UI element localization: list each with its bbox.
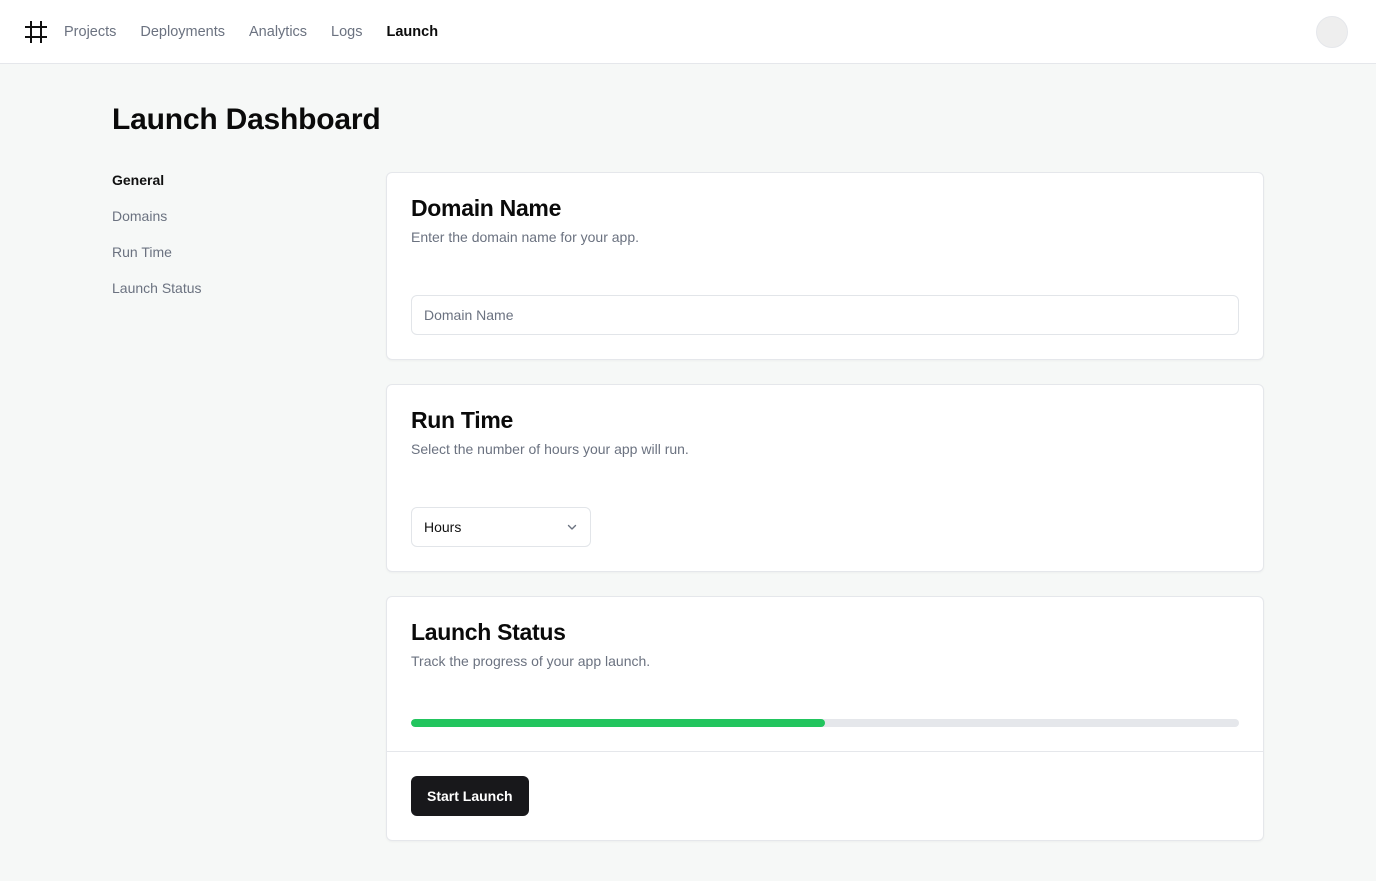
domain-name-input[interactable] — [411, 295, 1239, 335]
sidebar-item-launch-status[interactable]: Launch Status — [112, 280, 352, 316]
avatar[interactable] — [1316, 16, 1348, 48]
sidebar: General Domains Run Time Launch Status — [112, 172, 352, 316]
nav-launch[interactable]: Launch — [387, 24, 439, 40]
card-divider — [387, 751, 1263, 752]
main-nav: Projects Deployments Analytics Logs Laun… — [64, 0, 438, 64]
status-card-title: Launch Status — [411, 619, 566, 645]
chevron-down-icon — [567, 524, 577, 530]
domain-card-title: Domain Name — [411, 195, 562, 221]
status-card-description: Track the progress of your app launch. — [411, 653, 651, 669]
runtime-card-title: Run Time — [411, 407, 513, 433]
nav-projects[interactable]: Projects — [64, 24, 116, 40]
run-time-card: Run Time Select the number of hours your… — [386, 384, 1264, 572]
hash-icon[interactable] — [24, 20, 48, 44]
hours-select[interactable]: Hours — [411, 507, 591, 547]
sidebar-item-domains[interactable]: Domains — [112, 208, 352, 244]
launch-progress-fill — [411, 719, 825, 727]
launch-progress-bar — [411, 719, 1239, 727]
launch-status-card: Launch Status Track the progress of your… — [386, 596, 1264, 841]
page-title: Launch Dashboard — [112, 103, 381, 136]
top-navbar: Projects Deployments Analytics Logs Laun… — [0, 0, 1376, 64]
nav-deployments[interactable]: Deployments — [140, 24, 225, 40]
hours-select-value: Hours — [424, 519, 462, 535]
domain-name-card: Domain Name Enter the domain name for yo… — [386, 172, 1264, 360]
runtime-card-description: Select the number of hours your app will… — [411, 441, 689, 457]
domain-card-description: Enter the domain name for your app. — [411, 229, 640, 245]
nav-logs[interactable]: Logs — [331, 24, 362, 40]
sidebar-item-run-time[interactable]: Run Time — [112, 244, 352, 280]
nav-analytics[interactable]: Analytics — [249, 24, 307, 40]
start-launch-button[interactable]: Start Launch — [411, 776, 529, 816]
sidebar-item-general[interactable]: General — [112, 172, 352, 208]
